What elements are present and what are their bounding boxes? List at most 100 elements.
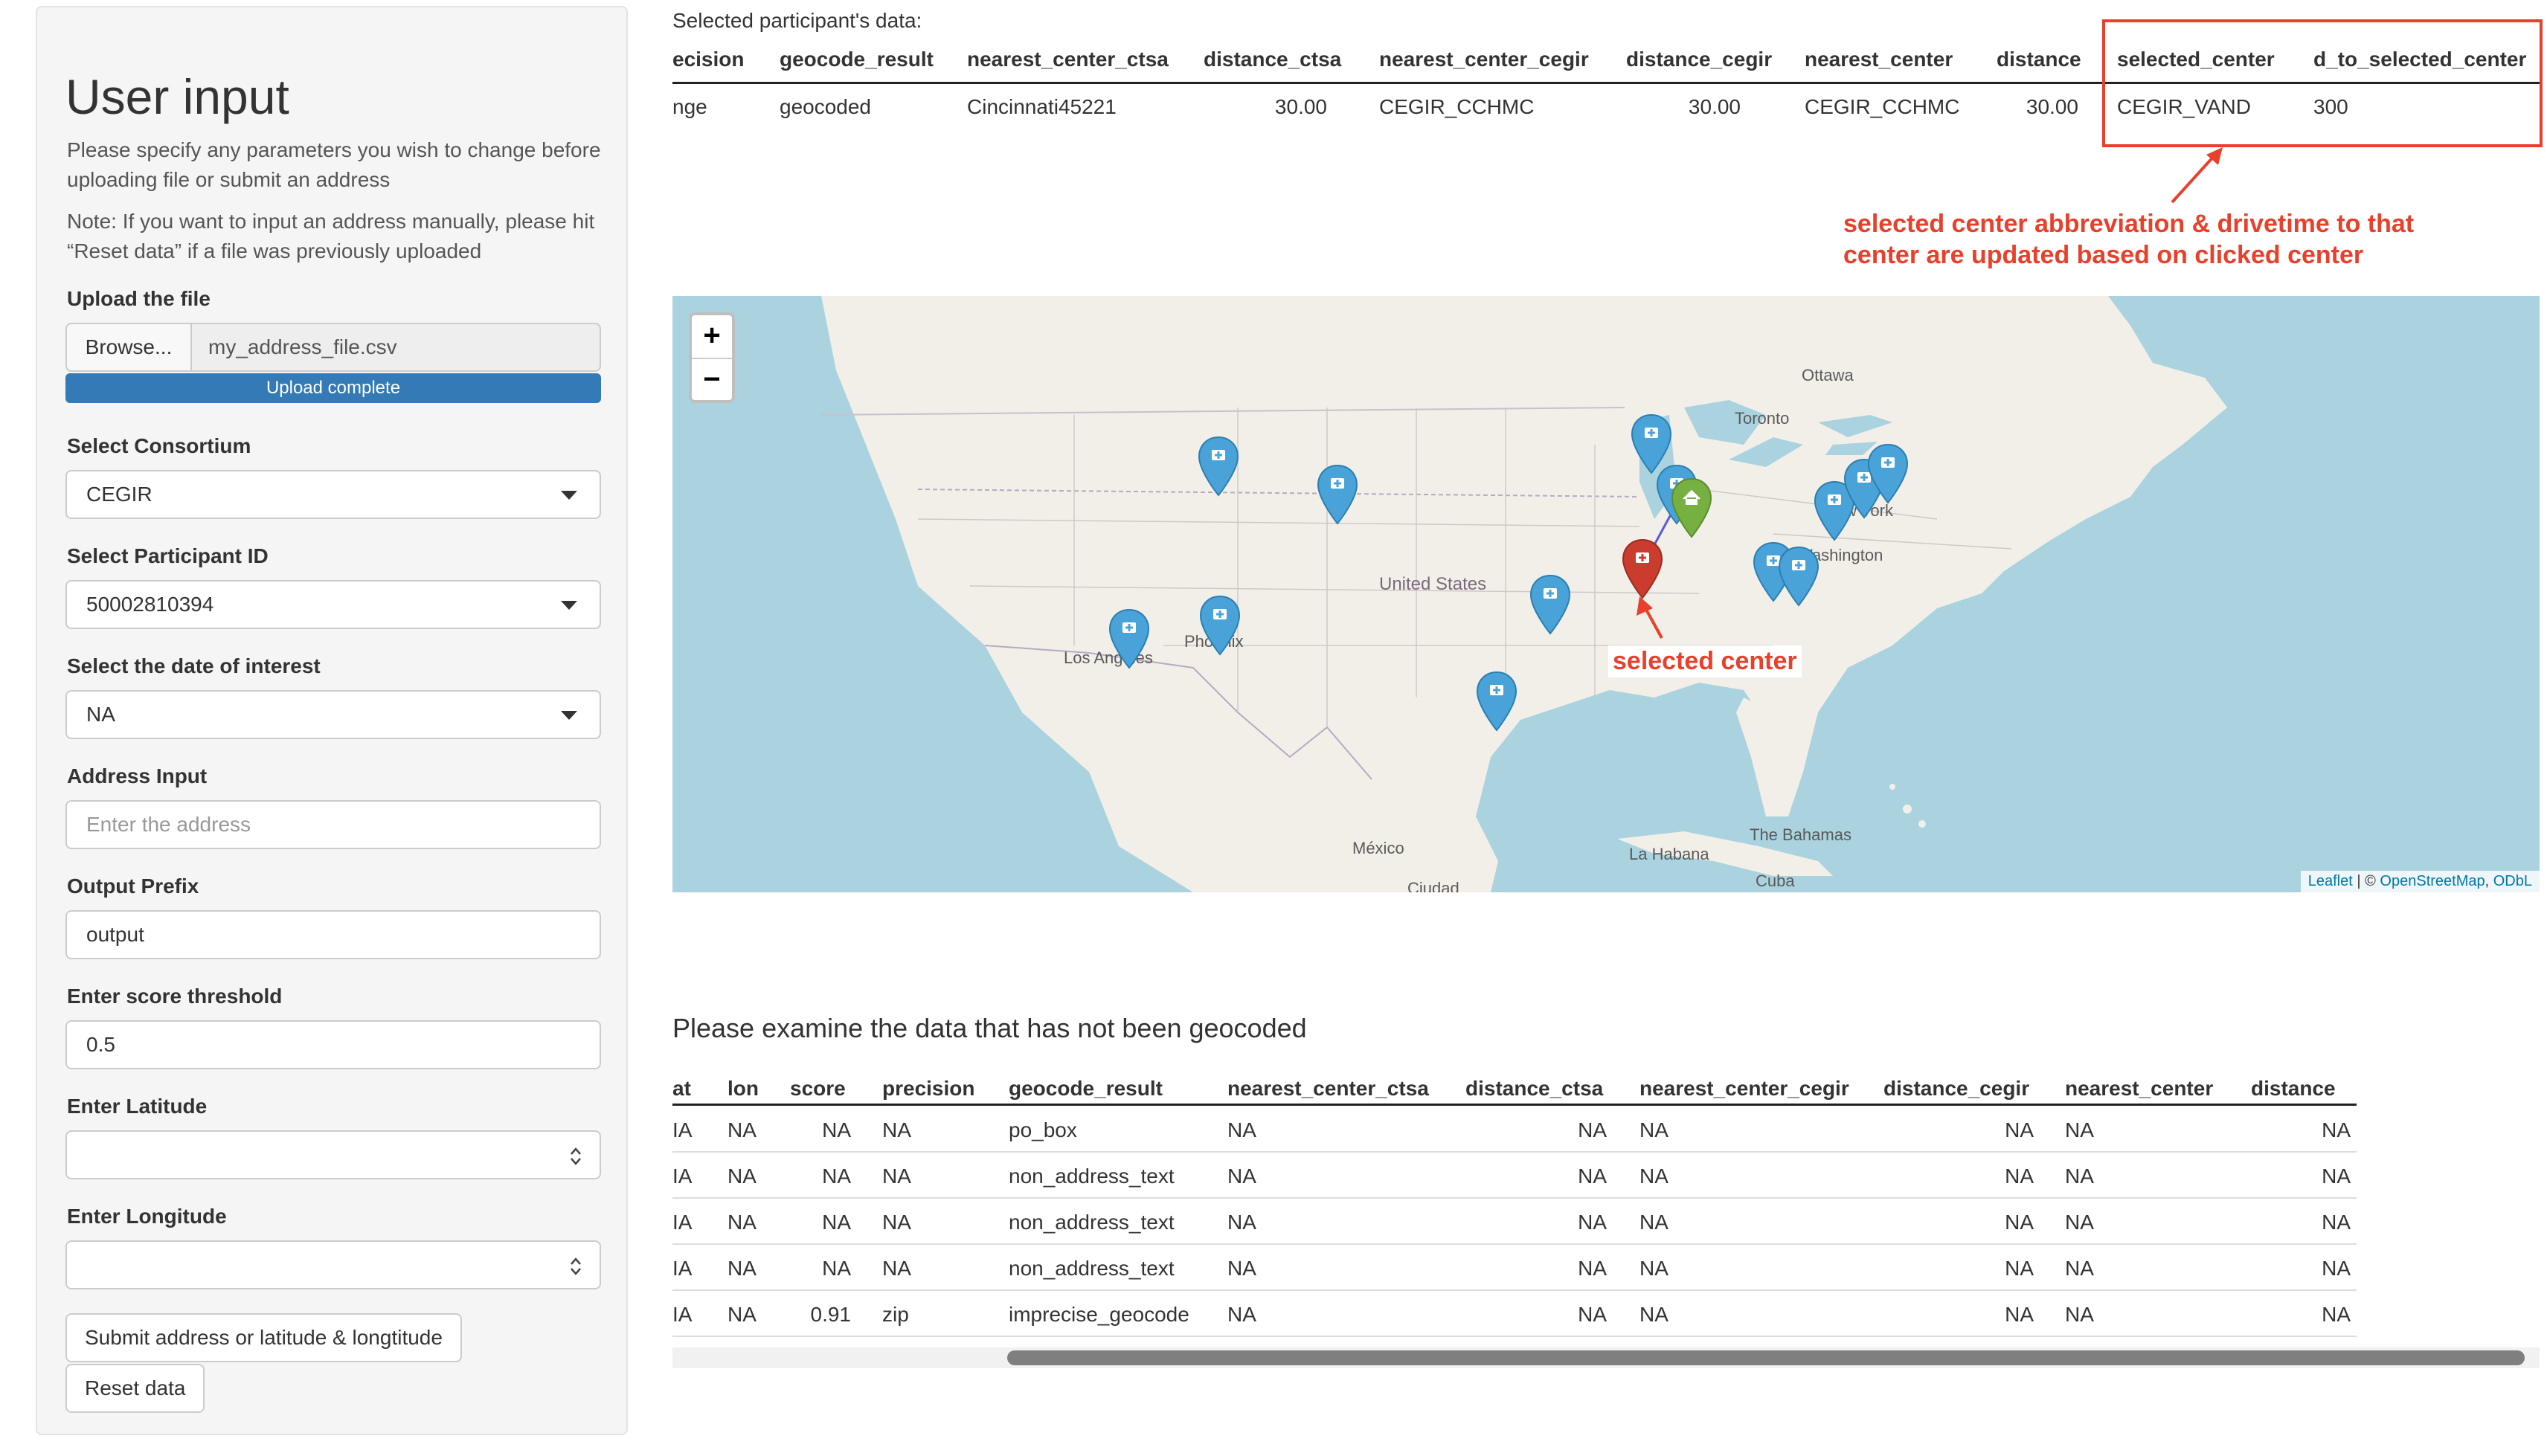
center-marker-icon[interactable] (1107, 608, 1152, 671)
center-marker-icon[interactable] (1528, 574, 1573, 637)
center-marker-icon[interactable] (1474, 671, 1519, 733)
column-header[interactable]: nearest_center (2065, 1077, 2213, 1101)
table-cell: CEGIR_CCHMC (1379, 95, 1535, 118)
table-cell: NA (2322, 1303, 2351, 1326)
longitude-input[interactable] (65, 1240, 601, 1289)
column-header[interactable]: at (672, 1077, 691, 1101)
table-row[interactable]: IA NA NA NA non_address_text NA NA NA NA NA NA (672, 1199, 2357, 1245)
leaflet-map[interactable]: + − Ottawa Toronto New York Washington U… (672, 296, 2540, 892)
table-row[interactable]: IA NA NA NA non_address_text NA NA NA NA NA NA (672, 1245, 2357, 1291)
participant-label: Select Participant ID (67, 544, 269, 567)
center-marker-icon[interactable] (1196, 436, 1241, 498)
column-header[interactable]: ecision (672, 48, 744, 71)
column-header[interactable]: nearest_center (1805, 48, 1953, 71)
upload-label: Upload the file (67, 287, 211, 310)
participant-value: 50002810394 (86, 593, 214, 616)
column-header[interactable]: lon (728, 1077, 759, 1101)
table-cell: geocoded (780, 95, 872, 118)
latitude-input[interactable] (65, 1130, 601, 1179)
column-header[interactable]: nearest_center_ctsa (967, 48, 1169, 71)
table-cell: NA (822, 1211, 851, 1234)
table-row[interactable]: IA NA NA NA po_box NA NA NA NA NA NA (672, 1107, 2357, 1153)
map-attribution: Leaflet | © OpenStreetMap, ODbL (2300, 871, 2540, 892)
leaflet-link[interactable]: Leaflet (2308, 873, 2353, 889)
submit-address-button[interactable]: Submit address or latitude & longtitude (65, 1313, 462, 1362)
center-marker-icon[interactable] (1776, 546, 1821, 608)
annotation-text-line1: selected center abbreviation & drivetime… (1843, 210, 2415, 238)
table-cell: po_box (1009, 1118, 1077, 1141)
date-value: NA (86, 703, 115, 726)
table-cell: NA (2065, 1118, 2094, 1141)
ungeocoded-table[interactable]: at lon score precision geocode_result ne… (672, 1059, 2540, 1371)
table-cell: Cincinnati45221 (967, 95, 1117, 118)
stepper-icon[interactable] (568, 1145, 583, 1167)
participant-select[interactable]: 50002810394 (65, 580, 601, 629)
column-header[interactable]: distance_ctsa (1204, 48, 1341, 71)
table-cell: 30.00 (1274, 95, 1327, 118)
table-cell: NA (2005, 1257, 2034, 1280)
table-cell: NA (882, 1257, 911, 1280)
highlight-box (2102, 19, 2543, 147)
attribution-comma: , (2485, 873, 2493, 889)
threshold-input[interactable]: 0.5 (65, 1020, 601, 1069)
zoom-in-button[interactable]: + (692, 315, 732, 358)
consortium-select[interactable]: CEGIR (65, 470, 601, 519)
home-marker-icon[interactable] (1669, 477, 1714, 540)
table-cell: NA (1227, 1165, 1256, 1188)
sidebar-title: User input (65, 69, 289, 124)
prefix-input[interactable]: output (65, 910, 601, 959)
column-header[interactable]: geocode_result (780, 48, 934, 71)
header-divider (672, 1104, 2357, 1106)
reset-data-button[interactable]: Reset data (65, 1364, 205, 1413)
selected-participant-caption: Selected participant's data: (672, 9, 922, 32)
consortium-label: Select Consortium (67, 434, 251, 457)
osm-link[interactable]: OpenStreetMap (2380, 873, 2485, 889)
table-cell: NA (2005, 1118, 2034, 1141)
table-cell: 30.00 (1688, 95, 1741, 118)
table-cell: nge (672, 95, 707, 118)
column-header[interactable]: distance (2251, 1077, 2336, 1101)
selected-center-marker-icon[interactable] (1620, 538, 1665, 601)
table-cell: NA (2065, 1257, 2094, 1280)
chevron-down-icon (561, 601, 577, 610)
intro-text: Please specify any parameters you wish t… (67, 138, 601, 191)
upload-progress-bar: Upload complete (65, 373, 601, 403)
note-text: Note: If you want to input an address ma… (67, 210, 595, 262)
column-header[interactable]: score (790, 1077, 846, 1101)
table-cell: NA (1639, 1303, 1668, 1326)
scrollbar-thumb[interactable] (1007, 1350, 2525, 1365)
column-header[interactable]: nearest_center_cegir (1379, 48, 1589, 71)
table-row[interactable]: IA NA 0.91 zip imprecise_geocode NA NA NA NA NA NA (672, 1291, 2357, 1337)
browse-button[interactable]: Browse... (65, 323, 192, 372)
center-marker-icon[interactable] (1198, 595, 1242, 657)
column-header[interactable]: nearest_center_ctsa (1227, 1077, 1429, 1101)
address-input[interactable]: Enter the address (65, 800, 601, 849)
table-cell: zip (882, 1303, 909, 1326)
stepper-icon[interactable] (568, 1255, 583, 1278)
center-marker-icon[interactable] (1315, 464, 1360, 526)
table-row[interactable]: IA NA NA NA non_address_text NA NA NA NA NA NA (672, 1153, 2357, 1199)
column-header[interactable]: precision (882, 1077, 974, 1101)
table-cell: NA (1578, 1303, 1607, 1326)
table-header: at lon score precision geocode_result ne… (672, 1069, 2383, 1107)
column-header[interactable]: distance_ctsa (1465, 1077, 1603, 1101)
table-cell: NA (2065, 1303, 2094, 1326)
column-header[interactable]: nearest_center_cegir (1639, 1077, 1849, 1101)
table-cell: IA (672, 1303, 693, 1326)
table-cell: NA (822, 1118, 851, 1141)
column-header[interactable]: distance_cegir (1626, 48, 1772, 71)
column-header[interactable]: distance (1997, 48, 2081, 71)
annotation-text-line2: center are updated based on clicked cent… (1843, 241, 2364, 269)
zoom-out-button[interactable]: − (692, 358, 732, 400)
file-upload[interactable]: Browse... my_address_file.csv (65, 323, 601, 372)
table-cell: IA (672, 1118, 693, 1141)
center-marker-icon[interactable] (1866, 443, 1910, 506)
column-header[interactable]: geocode_result (1009, 1077, 1163, 1101)
odbl-link[interactable]: ODbL (2493, 873, 2532, 889)
table-cell: NA (822, 1257, 851, 1280)
column-header[interactable]: distance_cegir (1883, 1077, 2029, 1101)
threshold-label: Enter score threshold (67, 985, 283, 1008)
longitude-label: Enter Longitude (67, 1205, 227, 1228)
date-select[interactable]: NA (65, 690, 601, 739)
table-cell: NA (1227, 1118, 1256, 1141)
